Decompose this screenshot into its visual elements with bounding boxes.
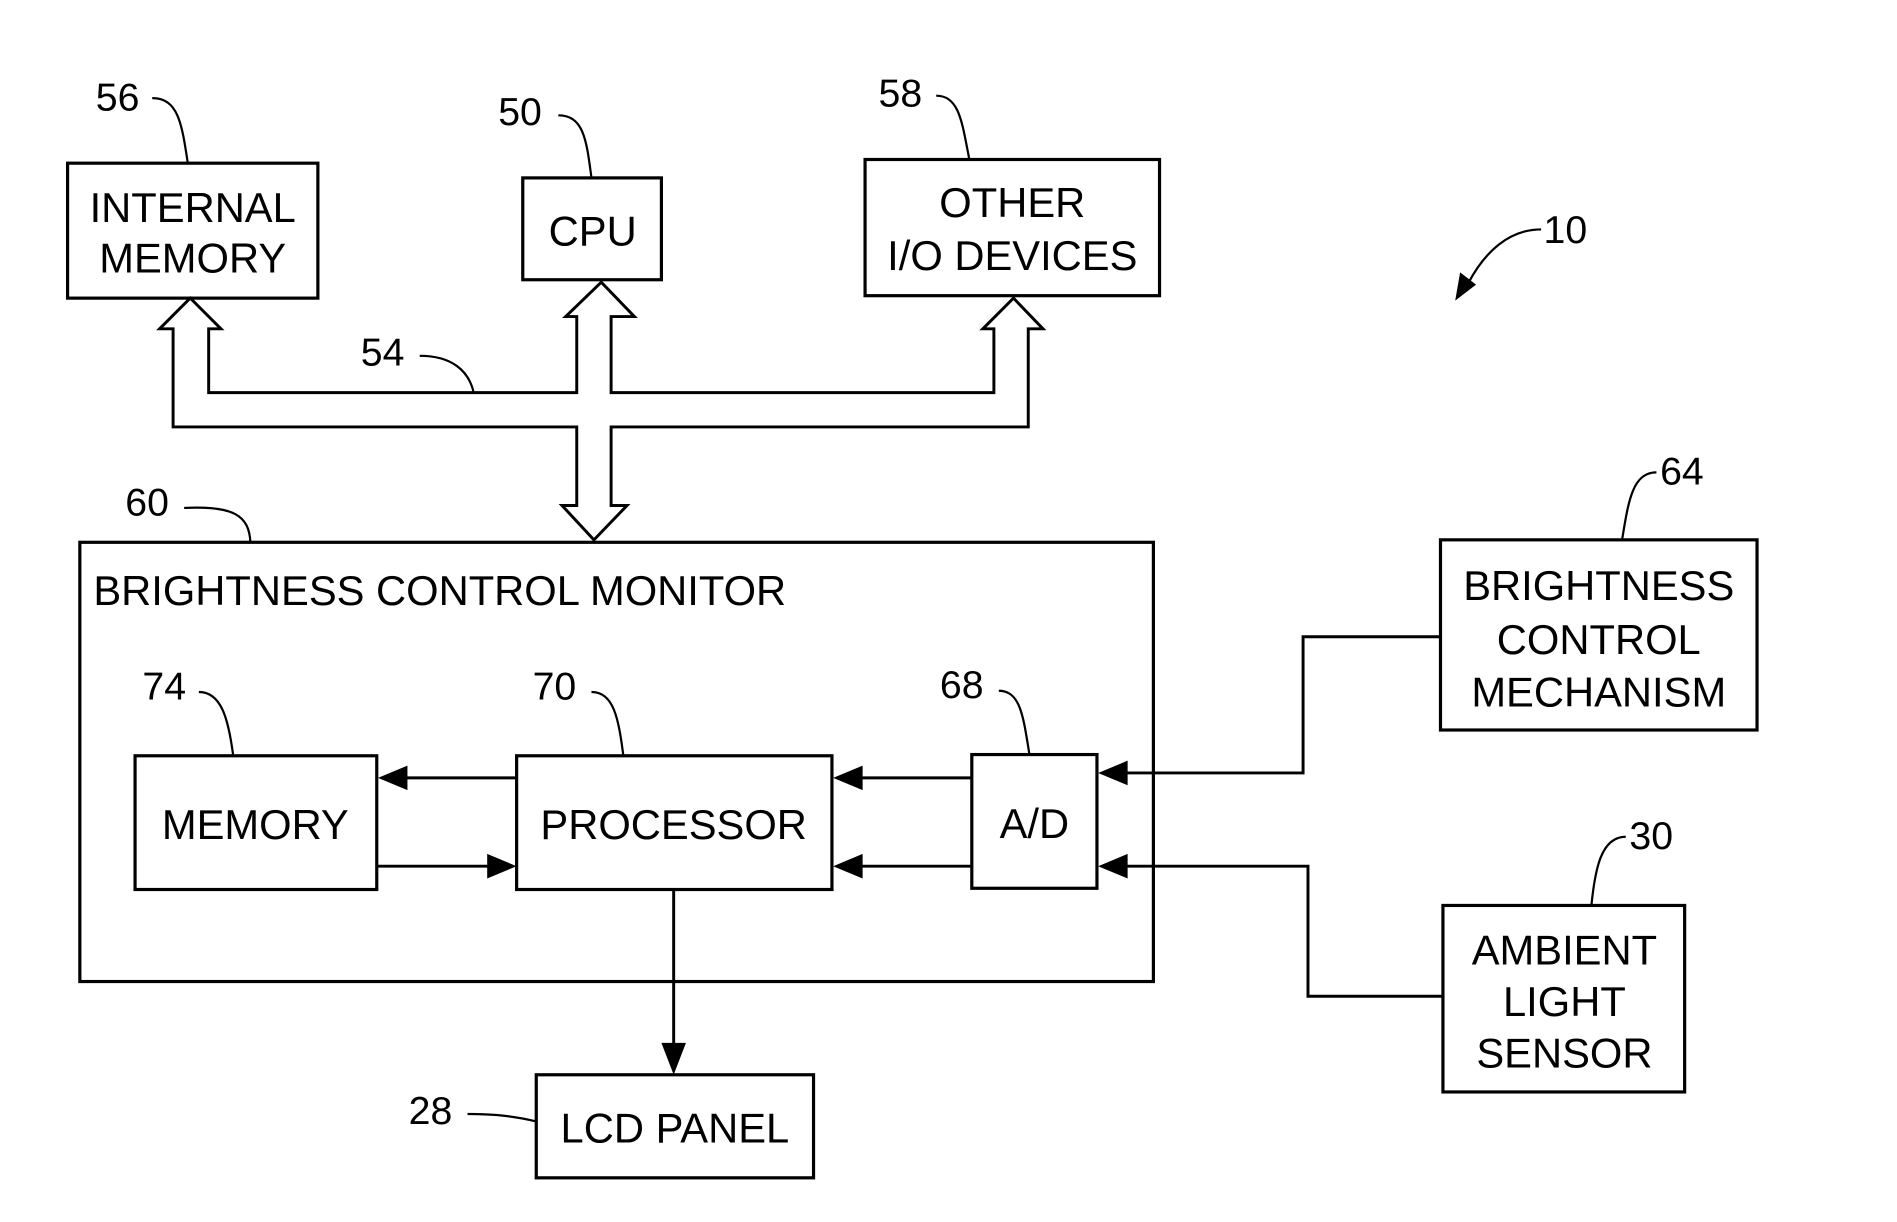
ref-28-leader xyxy=(467,1112,537,1123)
ref-30: 30 xyxy=(1629,814,1673,858)
mechanism-label-2: CONTROL xyxy=(1497,616,1701,663)
mechanism-label-3: MECHANISM xyxy=(1471,669,1726,716)
ref-10: 10 xyxy=(1544,208,1588,252)
internal-memory-label-2: MEMORY xyxy=(99,234,286,281)
other-io-label-2: I/O DEVICES xyxy=(887,232,1137,279)
lcd-panel-label: LCD PANEL xyxy=(561,1104,790,1151)
brightness-control-mechanism-block: BRIGHTNESS CONTROL MECHANISM xyxy=(1438,538,1759,732)
ad-label: A/D xyxy=(1000,800,1070,847)
cpu-block: CPU xyxy=(521,176,663,282)
ref-58: 58 xyxy=(879,72,923,116)
ref-50: 50 xyxy=(498,90,542,134)
monitor-title: BRIGHTNESS CONTROL MONITOR xyxy=(93,567,786,614)
processor-label: PROCESSOR xyxy=(540,801,806,848)
ref-64-leader xyxy=(1620,471,1657,541)
other-io-block: OTHER I/O DEVICES xyxy=(863,157,1162,298)
lcd-panel-block: LCD PANEL xyxy=(534,1073,816,1180)
memory-label: MEMORY xyxy=(162,801,349,848)
ref-60-leader xyxy=(184,506,252,543)
ad-converter-block: A/D xyxy=(970,752,1099,890)
memory-block: MEMORY xyxy=(133,754,379,892)
processor-block: PROCESSOR xyxy=(515,754,834,892)
ref-56-leader xyxy=(152,97,189,164)
ref-70: 70 xyxy=(533,664,577,708)
ref-54-leader xyxy=(419,354,475,393)
internal-memory-block: INTERNAL MEMORY xyxy=(65,161,320,300)
sensor-label-3: SENSOR xyxy=(1476,1029,1652,1076)
ref-50-leader xyxy=(558,114,593,179)
ref-54: 54 xyxy=(361,331,405,375)
ref-60: 60 xyxy=(125,480,169,524)
ref-28: 28 xyxy=(409,1089,453,1133)
ref-10-leader xyxy=(1466,228,1542,286)
internal-memory-label-1: INTERNAL xyxy=(90,184,296,231)
ref-68: 68 xyxy=(940,663,984,707)
block-diagram: 10 INTERNAL MEMORY 56 CPU 50 OTHER I/O D… xyxy=(65,72,1759,1180)
system-bus xyxy=(156,280,1047,542)
ref-58-leader xyxy=(936,94,971,160)
mechanism-label-1: BRIGHTNESS xyxy=(1463,562,1734,609)
sensor-label-1: AMBIENT xyxy=(1472,926,1657,973)
ref-56: 56 xyxy=(96,75,140,119)
ref-30-leader xyxy=(1590,835,1626,906)
cpu-label: CPU xyxy=(549,207,637,254)
ref-64: 64 xyxy=(1660,450,1704,494)
ref-74: 74 xyxy=(142,664,186,708)
ambient-light-sensor-block: AMBIENT LIGHT SENSOR xyxy=(1441,903,1687,1094)
other-io-label-1: OTHER xyxy=(939,179,1085,226)
sensor-label-2: LIGHT xyxy=(1503,978,1626,1025)
